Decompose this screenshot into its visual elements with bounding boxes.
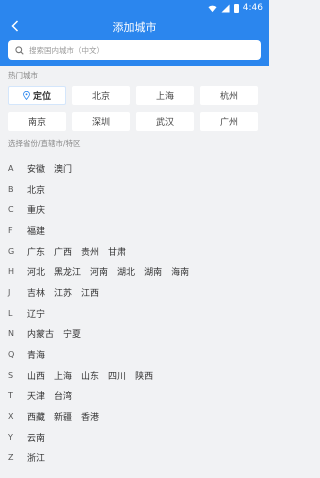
group-letter: G [8,246,15,256]
province-item[interactable]: 上海 [54,369,72,382]
search-area [0,37,269,66]
group-letter: B [8,184,14,194]
hot-cities-grid: 定位 北京 上海 杭州 南京 深圳 武汉 广州 [0,82,269,137]
back-arrow-icon [11,20,19,32]
hot-cities-title: 热门城市 [8,71,38,80]
province-group: H 河北 黑龙江 河南 湖北 湖南 海南 [0,261,269,282]
province-item[interactable]: 西藏 [27,410,45,423]
search-box[interactable] [8,40,261,60]
group-letter: C [8,205,14,215]
province-group: F 福建 [0,220,269,241]
province-item[interactable]: 青海 [27,348,45,361]
status-bar: 4:46 [0,0,269,16]
group-letter: J [8,287,11,297]
hot-city-button[interactable]: 杭州 [200,86,258,105]
hot-city-button[interactable]: 南京 [8,112,66,131]
province-group: C 重庆 [0,199,269,220]
province-item[interactable]: 云南 [27,431,45,444]
group-letter: Y [8,432,13,442]
province-group: L 辽宁 [0,303,269,324]
group-letter: L [8,308,13,318]
province-item[interactable]: 湖北 [117,265,135,278]
group-letter: X [8,412,14,422]
province-group: Q 青海 [0,344,269,365]
province-item[interactable]: 北京 [27,183,45,196]
current-location-button[interactable]: 定位 [8,86,66,105]
signal-icon [221,3,230,13]
province-group: G 广东 广西 贵州 甘肃 [0,241,269,262]
group-letter: F [8,225,13,235]
search-input[interactable] [29,45,254,55]
province-item[interactable]: 广西 [54,245,72,258]
province-group: Z 浙江 [0,448,269,469]
province-item[interactable]: 香港 [81,410,99,423]
province-item[interactable]: 江苏 [54,286,72,299]
province-section-title: 选择省份/直辖市/特区 [8,139,81,148]
province-group: J 吉林 江苏 江西 [0,282,269,303]
battery-icon [233,3,239,13]
province-item[interactable]: 广东 [27,245,45,258]
group-letter: Z [8,453,14,463]
province-item[interactable]: 湖南 [144,265,162,278]
page-title: 添加城市 [112,20,157,34]
hot-city-button[interactable]: 深圳 [72,112,130,131]
province-item[interactable]: 宁夏 [63,327,81,340]
search-icon [15,45,24,55]
province-item[interactable]: 澳门 [54,162,72,175]
province-group: X 西藏 新疆 香港 [0,406,269,427]
group-letter: H [8,267,15,277]
province-item[interactable]: 新疆 [54,410,72,423]
province-item[interactable]: 内蒙古 [27,327,54,340]
province-item[interactable]: 四川 [108,369,126,382]
province-group: S 山西 上海 山东 四川 陕西 [0,365,269,386]
header-bar: 添加城市 [0,16,269,37]
province-item[interactable]: 浙江 [27,451,45,464]
province-item[interactable]: 重庆 [27,203,45,216]
back-button[interactable] [8,18,22,34]
province-item[interactable]: 江西 [81,286,99,299]
province-item[interactable]: 吉林 [27,286,45,299]
province-item[interactable]: 贵州 [81,245,99,258]
province-item[interactable]: 甘肃 [108,245,126,258]
province-item[interactable]: 河北 [27,265,45,278]
group-letter: A [8,163,14,173]
province-group: N 内蒙古 宁夏 [0,324,269,345]
hot-city-button[interactable]: 广州 [200,112,258,131]
province-item[interactable]: 天津 [27,389,45,402]
province-group: Y 云南 [0,427,269,448]
current-location-label: 定位 [32,92,51,102]
wifi-icon [208,5,217,12]
location-pin-icon [23,91,30,100]
province-item[interactable]: 辽宁 [27,307,45,320]
group-letter: N [8,329,14,339]
province-item[interactable]: 安徽 [27,162,45,175]
province-item[interactable]: 陕西 [135,369,153,382]
province-item[interactable]: 台湾 [54,389,72,402]
province-item[interactable]: 黑龙江 [54,265,81,278]
hot-city-button[interactable]: 武汉 [136,112,194,131]
province-item[interactable]: 山西 [27,369,45,382]
group-letter: T [8,391,13,401]
group-letter: S [8,370,14,380]
hot-city-button[interactable]: 上海 [136,86,194,105]
province-item[interactable]: 海南 [171,265,189,278]
province-item[interactable]: 山东 [81,369,99,382]
province-group: B 北京 [0,179,269,200]
status-time: 4:46 [242,3,263,13]
province-group: A 安徽 澳门 [0,158,269,179]
province-group: T 天津 台湾 [0,386,269,407]
province-list: A 安徽 澳门 B 北京 C 重庆 F 福建 G 广东 广西 贵州 甘肃 H 河… [0,150,269,468]
hot-city-button[interactable]: 北京 [72,86,130,105]
province-item[interactable]: 河南 [90,265,108,278]
group-letter: Q [8,350,15,360]
province-item[interactable]: 福建 [27,224,45,237]
